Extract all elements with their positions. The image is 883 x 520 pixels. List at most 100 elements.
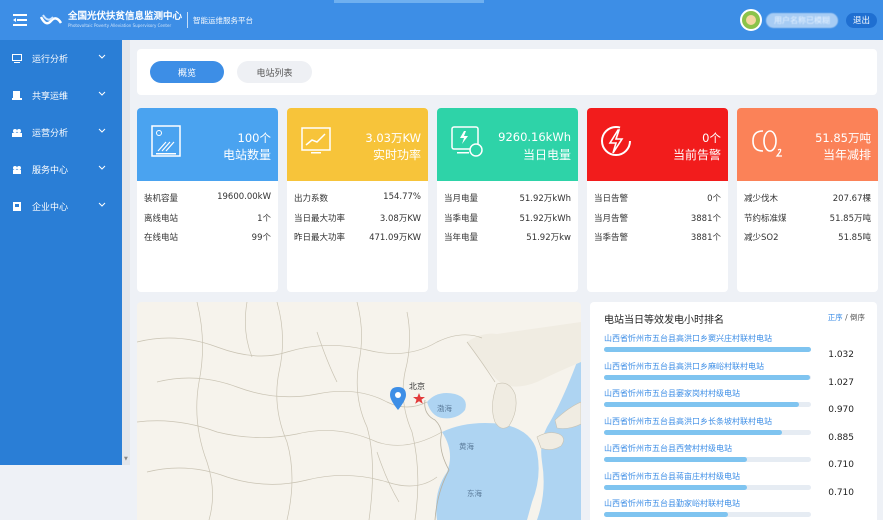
card-details: 出力系数 154.77% 当日最大功率 3.08万KW 昨日最大功率 471.09万K… [287,181,428,251]
card-label: 电站数量 [222,148,271,162]
card-value: 100个 [237,131,271,145]
stat-card-current-alarms: 0个 当前告警 当日告警 0个 当月告警 3881个 当季告警 3881个 [587,108,728,292]
tab-overview[interactable]: 概览 [150,61,224,83]
group-icon [12,129,22,137]
station-hours-value: 0.885 [828,432,854,443]
card-row: 当年电量 51.92万kw [444,231,571,251]
sidebar-item-label: 共享运维 [32,92,69,102]
station-hours-value: 1.032 [828,350,854,360]
sidebar-item-label: 企业中心 [32,203,69,213]
row-key: 出力系数 [294,194,329,204]
card-details: 装机容量 19600.00kW 离线电站 1个 在线电站 99个 [137,181,278,251]
sidebar-item-operation-analysis[interactable]: 运营分析 [0,114,122,151]
row-value: 154.77% [383,192,421,202]
chevron-down-icon [98,165,106,170]
card-label: 当前告警 [672,148,721,162]
avatar[interactable] [739,9,762,31]
energy-meter-icon [451,126,483,157]
menu-toggle-icon[interactable] [6,0,34,40]
sidebar-item-label: 运行分析 [32,55,69,65]
station-name[interactable]: 山西省忻州市五台县高洪口乡麻峪村联村电站 [604,361,866,372]
card-row: 当日最大功率 3.08万KW [294,212,421,232]
line-chart-icon [301,127,331,154]
station-name[interactable]: 山西省忻州市五台县高洪口乡窦兴庄村联村电站 [604,333,866,344]
ranking-item[interactable]: 山西省忻州市五台县蒋亩庄村村级电站 0.710 [604,471,866,498]
brand-subtitle: Photovoltaic Poverty Alleviation Supervi… [68,22,172,28]
chevron-down-icon [98,54,106,59]
sidebar-item-shared-ops[interactable]: 共享运维 [0,77,122,114]
co2-icon [752,130,782,157]
chevron-down-icon [98,128,106,133]
row-value: 51.92万kWh [519,194,571,204]
user-area: 用户名称已模糊 退出 [739,9,877,31]
stat-card-emission-reduction: 51.85万吨 当年减排 减少伐木 207.67棵 节约标准煤 51.85万吨 减少… [737,108,878,292]
row-value: 0个 [707,194,721,204]
lightning-alarm-icon [601,126,631,156]
scroll-down-icon[interactable]: ▼ [124,456,128,462]
card-row: 减少伐木 207.67棵 [744,192,871,212]
monitor-icon [12,54,22,63]
sidebar-item-service-center[interactable]: 服务中心 [0,151,122,188]
ranking-item[interactable]: 山西省忻州市五台县西营村村级电站 0.710 [604,443,866,470]
ranking-bar-fill [604,402,799,407]
station-map[interactable]: 北京 渤海 黄海 东海 [137,302,581,520]
ranking-item[interactable]: 山西省忻州市五台县高洪口乡长条坡村联村电站 0.885 [604,416,866,443]
sidebar-item-label: 运营分析 [32,129,69,139]
sidebar-scrollbar[interactable]: ▼ [122,40,130,465]
tab-station-list[interactable]: 电站列表 [237,61,312,83]
station-name[interactable]: 山西省忻州市五台县勤家峪村联村电站 [604,498,866,509]
row-key: 当季电量 [444,213,479,224]
station-ranking-panel: 电站当日等效发电小时排名 正序 / 倒序 山西省忻州市五台县高洪口乡窦兴庄村联村… [590,302,877,520]
ranking-bar-fill [604,374,810,380]
card-row: 当季告警 3881个 [594,231,721,251]
stat-card-realtime-power: 3.03万KW 实时功率 出力系数 154.77% 当日最大功率 3.08万KW 昨… [287,108,428,292]
brand-title: 全国光伏扶贫信息监测中心 [68,11,183,23]
card-header: 3.03万KW 实时功率 [287,108,428,181]
row-key: 当日最大功率 [294,213,346,224]
card-value: 3.03万KW [365,131,421,145]
station-name[interactable]: 山西省忻州市五台县西营村村级电站 [604,443,866,454]
logo-icon [40,14,62,25]
ranking-item[interactable]: 山西省忻州市五台县窭家岗村村级电站 0.970 [604,388,866,415]
ranking-item[interactable]: 山西省忻州市五台县高洪口乡窦兴庄村联村电站 1.032 [604,333,866,360]
card-row: 当月电量 51.92万kWh [444,192,571,212]
card-row: 减少SO2 51.85吨 [744,231,871,251]
row-key: 昨日最大功率 [294,233,346,243]
station-name[interactable]: 山西省忻州市五台县蒋亩庄村村级电站 [604,471,866,482]
map-canvas[interactable] [137,302,581,520]
card-row: 昨日最大功率 471.09万KW [294,231,421,251]
card-details: 当日告警 0个 当月告警 3881个 当季告警 3881个 [587,181,728,251]
row-value: 1个 [257,213,271,224]
platform-name: 智能运维服务平台 [193,15,254,25]
card-label: 当日电量 [522,148,571,162]
device-icon [12,91,22,100]
card-row: 离线电站 1个 [144,212,271,232]
card-row: 当日告警 0个 [594,192,721,212]
row-value: 99个 [251,233,271,243]
ranking-bar-fill [604,457,747,462]
ranking-item[interactable]: 山西省忻州市五台县勤家峪村联村电站 [604,498,866,520]
ranking-bar-fill [604,484,747,490]
row-key: 在线电站 [144,233,179,243]
map-label-east-sea: 东海 [467,489,482,498]
ranking-item[interactable]: 山西省忻州市五台县高洪口乡麻峪村联村电站 1.027 [604,361,866,388]
station-name[interactable]: 山西省忻州市五台县高洪口乡长条坡村联村电站 [604,416,866,427]
card-row: 当季电量 51.92万kWh [444,212,571,232]
stat-card-daily-energy: 9260.16kWh 当日电量 当月电量 51.92万kWh 当季电量 51.92万… [437,108,578,292]
sidebar-item-enterprise-center[interactable]: 企业中心 [0,188,122,225]
sort-asc-link[interactable]: 正序 [828,313,843,322]
row-value: 3.08万KW [379,213,421,224]
sort-separator: / [845,313,848,322]
row-key: 当月电量 [444,194,479,204]
sort-desc-link[interactable]: 倒序 [850,313,865,322]
row-key: 当季告警 [594,233,629,243]
row-value: 51.92万kw [526,233,571,243]
top-tab-indicator [334,0,484,3]
brand: 全国光伏扶贫信息监测中心 Photovoltaic Poverty Allevi… [68,12,182,28]
username[interactable]: 用户名称已模糊 [765,12,838,28]
ranking-bar-fill [604,512,729,517]
sidebar-item-run-analysis[interactable]: 运行分析 [0,40,122,77]
sidebar-item-label: 服务中心 [32,166,69,176]
station-name[interactable]: 山西省忻州市五台县窭家岗村村级电站 [604,388,866,399]
logout-button[interactable]: 退出 [845,12,877,28]
